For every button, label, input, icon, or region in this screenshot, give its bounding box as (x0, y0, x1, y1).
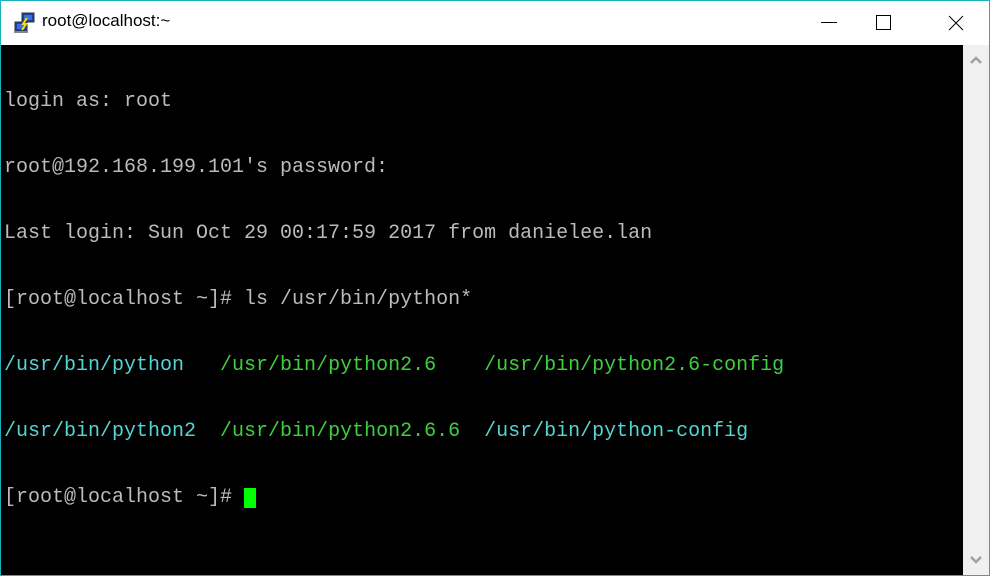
close-icon (948, 15, 964, 31)
terminal-line: login as: root (4, 90, 173, 113)
terminal-output: login as: root root@192.168.199.101's pa… (4, 47, 784, 553)
maximize-icon (876, 15, 891, 30)
terminal-line: [root@localhost ~]# ls /usr/bin/python* (4, 288, 473, 311)
putty-app-icon[interactable] (13, 12, 37, 34)
title-bar[interactable]: root@localhost:~ (1, 1, 989, 45)
ls-output-row: /usr/bin/python2 /usr/bin/python2.6.6 /u… (4, 421, 784, 443)
chevron-up-icon (970, 56, 982, 64)
window-title: root@localhost:~ (42, 11, 171, 30)
terminal-line: Last login: Sun Oct 29 00:17:59 2017 fro… (4, 222, 653, 245)
prompt-line: [root@localhost ~]# (4, 487, 784, 509)
ls-entry: /usr/bin/python2.6 (220, 354, 437, 377)
ls-entry: /usr/bin/python-config (484, 420, 749, 443)
shell-prompt: [root@localhost ~]# (4, 486, 245, 509)
putty-window: root@localhost:~ login as: root root@192… (0, 0, 990, 576)
minimize-icon (821, 22, 837, 23)
scroll-down-button[interactable] (963, 545, 989, 575)
ls-entry: /usr/bin/python2.6.6 (220, 420, 461, 443)
close-button[interactable] (933, 1, 979, 45)
terminal-line: root@192.168.199.101's password: (4, 156, 389, 179)
vertical-scrollbar[interactable] (963, 45, 989, 575)
ls-entry: /usr/bin/python (4, 354, 185, 377)
terminal-area[interactable]: login as: root root@192.168.199.101's pa… (1, 45, 963, 575)
minimize-button[interactable] (806, 1, 852, 45)
text-cursor (244, 488, 257, 508)
ls-output-row: /usr/bin/python /usr/bin/python2.6 /usr/… (4, 355, 784, 377)
scroll-up-button[interactable] (963, 45, 989, 75)
chevron-down-icon (970, 556, 982, 564)
ls-entry: /usr/bin/python2 (4, 420, 197, 443)
maximize-button[interactable] (861, 1, 907, 45)
ls-entry: /usr/bin/python2.6-config (484, 354, 785, 377)
